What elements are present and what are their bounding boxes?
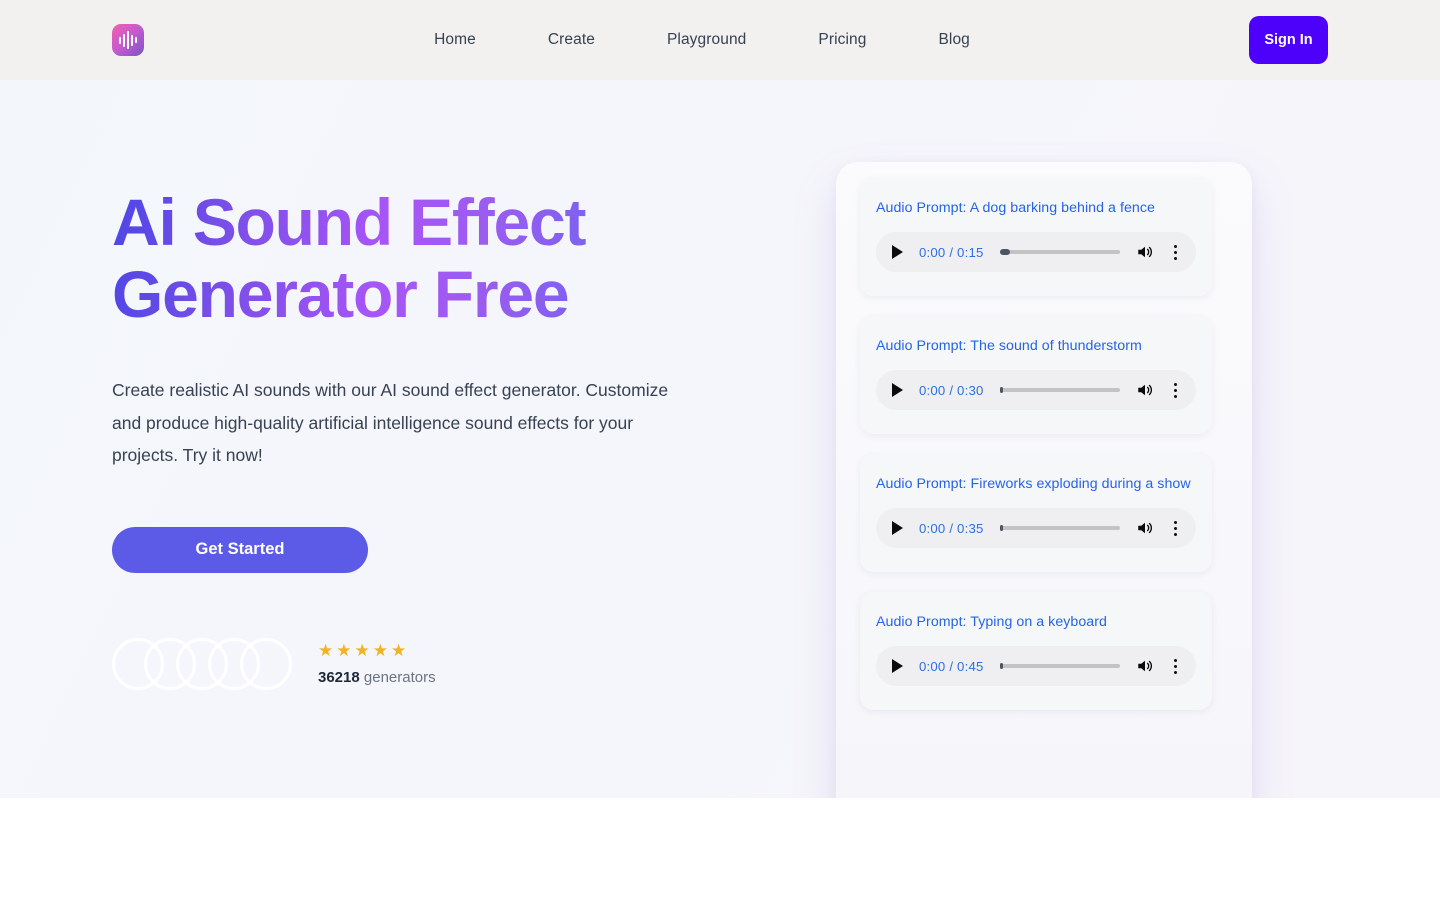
star-icon: ★	[318, 640, 334, 660]
audio-card-title: Audio Prompt: Typing on a keyboard	[876, 614, 1107, 630]
audio-time-display: 0:00 / 0:45	[919, 658, 984, 674]
generator-count-value: 36218	[318, 668, 360, 686]
volume-icon[interactable]	[1136, 381, 1154, 399]
audio-progress-slider[interactable]	[999, 249, 1120, 255]
site-header: Home Create Playground Pricing Blog Sign…	[0, 0, 1440, 80]
audio-player[interactable]: 0:00 / 0:15	[876, 232, 1196, 272]
play-icon[interactable]	[890, 658, 904, 674]
avatar	[240, 637, 292, 690]
avatar-group	[112, 637, 292, 690]
audio-card-title: Audio Prompt: A dog barking behind a fen…	[876, 200, 1155, 216]
audio-card: Audio Prompt: Typing on a keyboard 0:00 …	[860, 592, 1212, 710]
main-navigation: Home Create Playground Pricing Blog	[0, 0, 1440, 80]
kebab-menu-icon[interactable]	[1168, 658, 1182, 674]
nav-item-pricing[interactable]: Pricing	[782, 31, 902, 49]
audio-card-title: Audio Prompt: The sound of thunderstorm	[876, 338, 1142, 354]
nav-item-playground[interactable]: Playground	[631, 31, 782, 49]
kebab-menu-icon[interactable]	[1168, 244, 1182, 260]
audio-time-display: 0:00 / 0:15	[919, 244, 984, 260]
audio-progress-slider[interactable]	[999, 387, 1120, 393]
volume-icon[interactable]	[1136, 519, 1154, 537]
audio-progress-slider[interactable]	[999, 663, 1120, 669]
audio-card-title: Audio Prompt: Fireworks exploding during…	[876, 476, 1191, 492]
hero-description: Create realistic AI sounds with our AI s…	[112, 380, 669, 465]
star-icon: ★	[354, 640, 370, 660]
kebab-menu-icon[interactable]	[1168, 520, 1182, 536]
volume-icon[interactable]	[1136, 243, 1154, 261]
audio-time-display: 0:00 / 0:30	[919, 382, 984, 398]
headline-line-1: Ai Sound Effect	[112, 185, 586, 259]
sign-in-button[interactable]: Sign In	[1249, 16, 1328, 64]
nav-item-create[interactable]: Create	[512, 31, 631, 49]
hero-content: Ai Sound Effect Generator Free Create re…	[112, 186, 732, 690]
generator-count: 36218 generators	[318, 669, 436, 686]
star-icon: ★	[391, 640, 407, 660]
generator-count-label: generators	[363, 668, 436, 686]
star-rating: ★ ★ ★ ★ ★	[318, 642, 436, 659]
audio-card: Audio Prompt: Fireworks exploding during…	[860, 454, 1212, 572]
play-icon[interactable]	[890, 244, 904, 260]
headline-line-2: Generator Free	[112, 257, 569, 331]
nav-item-blog[interactable]: Blog	[902, 31, 1005, 49]
audio-player[interactable]: 0:00 / 0:35	[876, 508, 1196, 548]
kebab-menu-icon[interactable]	[1168, 382, 1182, 398]
volume-icon[interactable]	[1136, 657, 1154, 675]
nav-item-home[interactable]: Home	[434, 31, 512, 49]
play-icon[interactable]	[890, 520, 904, 536]
audio-player[interactable]: 0:00 / 0:45	[876, 646, 1196, 686]
play-icon[interactable]	[890, 382, 904, 398]
star-icon: ★	[372, 640, 388, 660]
audio-player[interactable]: 0:00 / 0:30	[876, 370, 1196, 410]
rating-block: ★ ★ ★ ★ ★ 36218 generators	[318, 642, 436, 686]
social-proof: ★ ★ ★ ★ ★ 36218 generators	[112, 637, 732, 690]
hero-section: Ai Sound Effect Generator Free Create re…	[0, 80, 1440, 798]
audio-samples-panel: Audio Prompt: A dog barking behind a fen…	[836, 162, 1252, 798]
audio-time-display: 0:00 / 0:35	[919, 520, 984, 536]
get-started-button[interactable]: Get Started	[112, 526, 368, 573]
audio-card: Audio Prompt: A dog barking behind a fen…	[860, 178, 1212, 296]
audio-card: Audio Prompt: The sound of thunderstorm …	[860, 316, 1212, 434]
audio-progress-slider[interactable]	[999, 525, 1120, 531]
page-title: Ai Sound Effect Generator Free	[112, 186, 672, 330]
star-icon: ★	[336, 640, 352, 660]
